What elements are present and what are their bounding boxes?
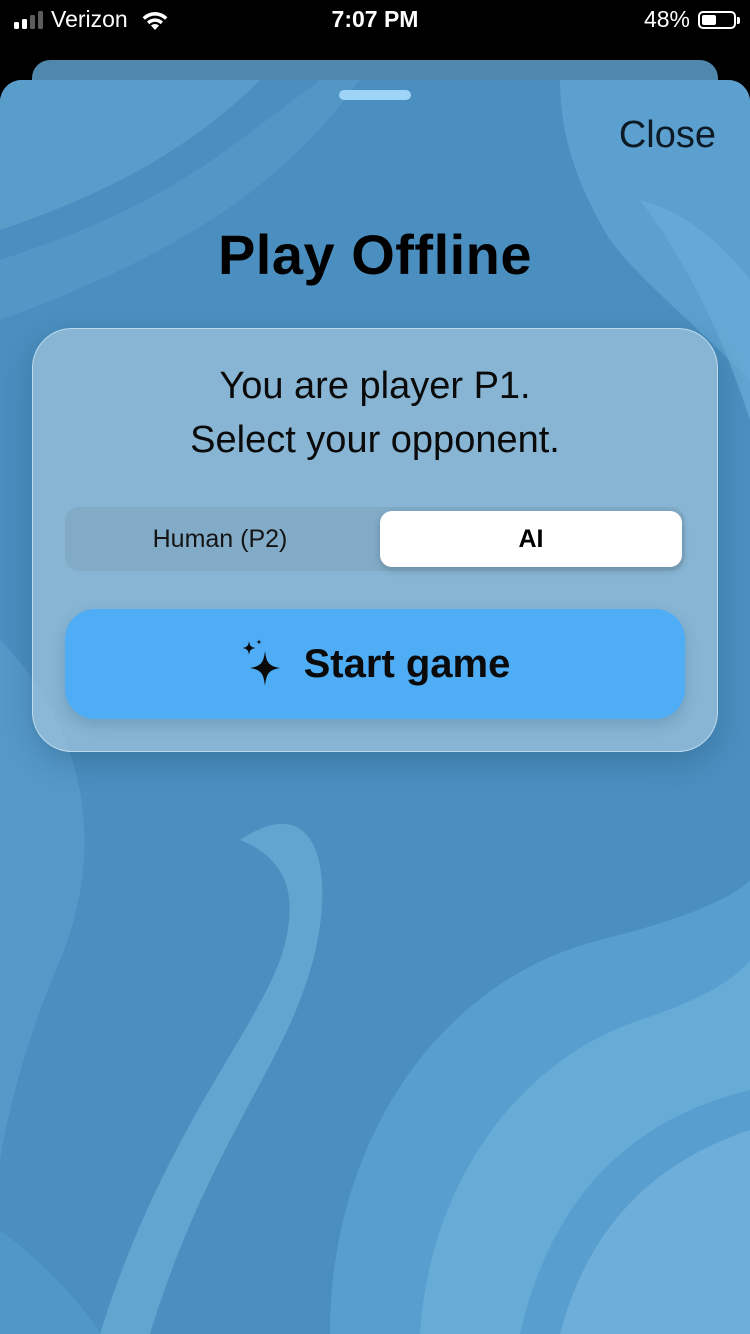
prompt-line-2: Select your opponent. xyxy=(190,419,560,461)
sparkles-icon xyxy=(241,639,280,686)
status-bar: Verizon 7:07 PM 48% xyxy=(0,0,750,40)
opponent-segmented-control: Human (P2) AI xyxy=(65,507,685,571)
page-title: Play Offline xyxy=(217,223,533,286)
play-offline-sheet: Close Play Offline You are player P1. Se… xyxy=(0,80,750,1334)
close-button[interactable]: Close xyxy=(619,114,716,157)
battery-icon xyxy=(698,10,740,29)
status-right: 48% xyxy=(643,6,740,33)
sheet-grabber[interactable] xyxy=(339,90,411,100)
prompt-line-1: You are player P1. xyxy=(219,365,531,407)
segment-ai[interactable]: AI xyxy=(380,511,682,567)
opponent-card: You are player P1. Select your opponent.… xyxy=(32,328,718,752)
battery-percent: 48% xyxy=(643,6,690,32)
start-game-button[interactable]: Start game xyxy=(65,609,685,719)
battery-fill xyxy=(702,14,717,25)
battery-tip xyxy=(737,16,740,24)
segment-human[interactable]: Human (P2) xyxy=(65,507,375,571)
start-game-label: Start game xyxy=(303,641,511,686)
screen: Verizon 7:07 PM 48% Close Play Offline Y… xyxy=(0,0,750,1334)
status-time: 7:07 PM xyxy=(331,6,419,32)
